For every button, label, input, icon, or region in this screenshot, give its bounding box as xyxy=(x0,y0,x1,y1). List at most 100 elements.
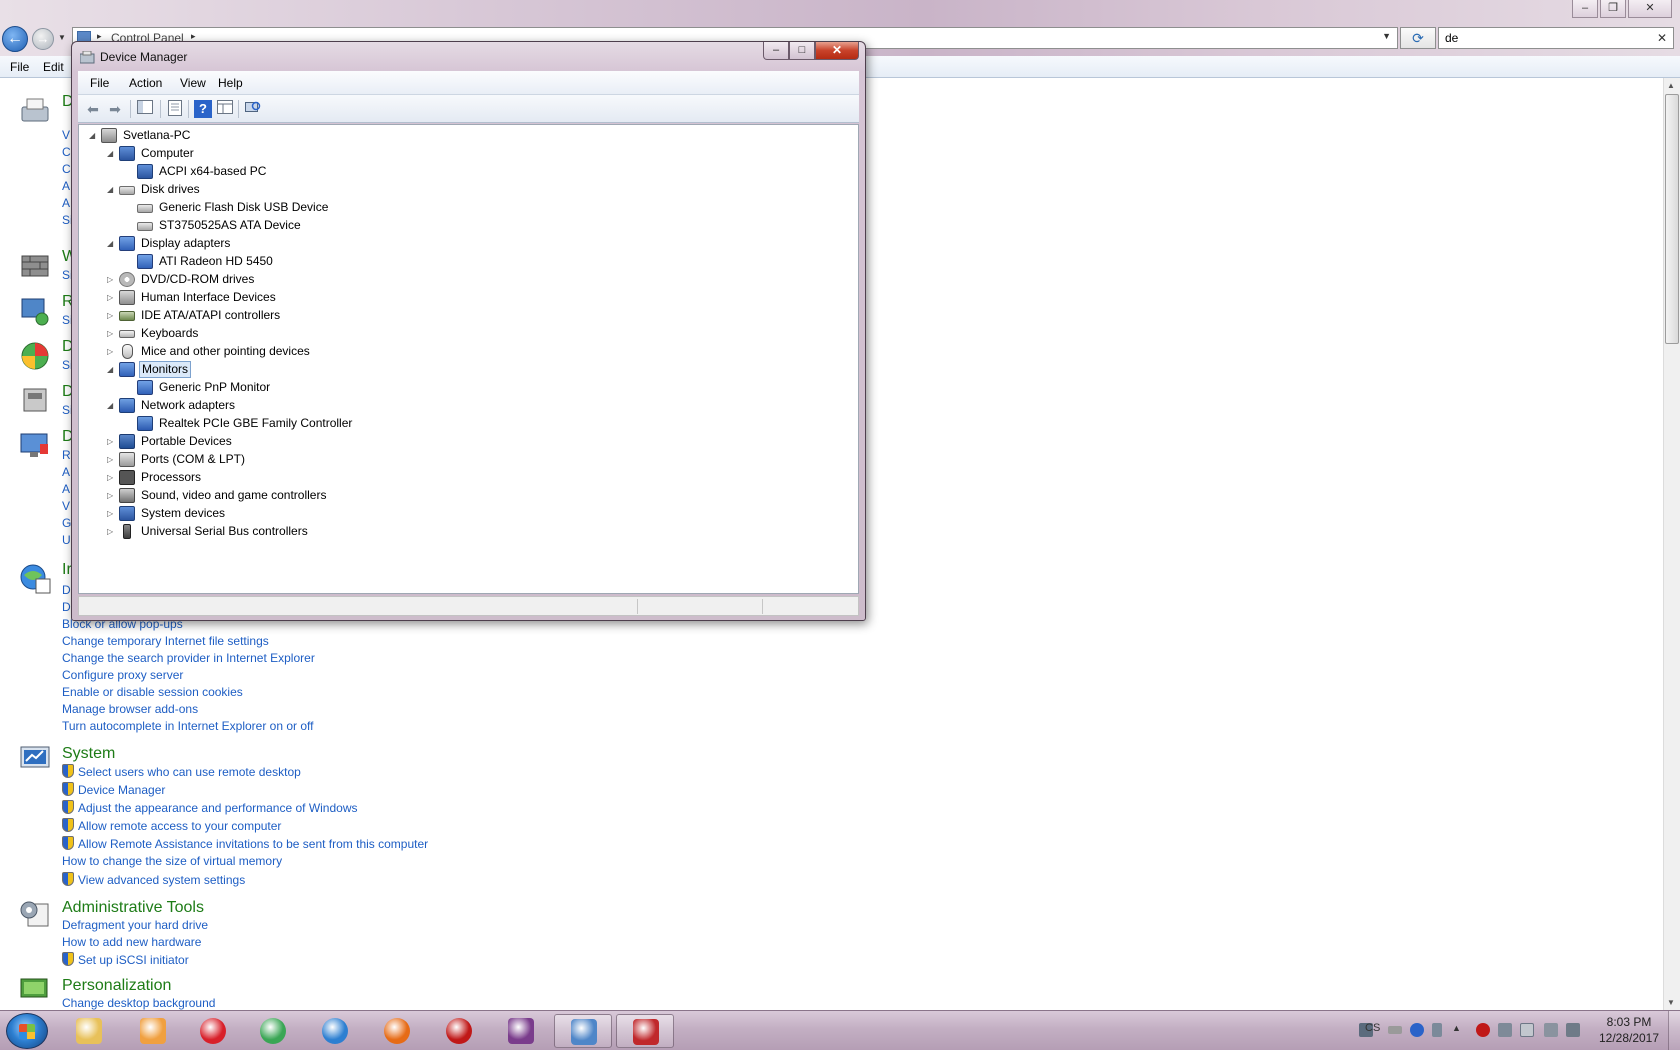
taskbar-button[interactable] xyxy=(244,1014,302,1048)
show-hide-console-tree-icon[interactable] xyxy=(136,100,154,118)
taskbar-button[interactable] xyxy=(492,1014,550,1048)
taskbar-button[interactable] xyxy=(306,1014,364,1048)
dm-close-button[interactable]: ✕ xyxy=(815,42,859,60)
device-tree[interactable]: ◢ Svetlana-PC ◢ Computer ACPI x64-based PC ◢ D… xyxy=(78,124,859,594)
system-link[interactable]: Allow remote access to your computer xyxy=(62,818,281,833)
system-category-title[interactable]: System xyxy=(62,745,115,763)
scrollbar-thumb[interactable] xyxy=(1665,94,1679,344)
menu-file[interactable]: File xyxy=(10,60,29,74)
dm-menu-view[interactable]: View xyxy=(180,76,206,90)
dm-menu-help[interactable]: Help xyxy=(218,76,243,90)
volume-icon[interactable] xyxy=(1566,1023,1580,1037)
internet-options-link[interactable]: Turn autocomplete in Internet Explorer o… xyxy=(62,719,313,733)
collapse-arrow-icon[interactable]: ◢ xyxy=(107,181,117,198)
show-desktop-button[interactable] xyxy=(1668,1011,1680,1050)
control-panel-scrollbar[interactable]: ▲ ▼ xyxy=(1663,78,1680,1010)
properties-icon[interactable] xyxy=(166,100,184,118)
collapse-arrow-icon[interactable]: ◢ xyxy=(107,235,117,252)
system-link[interactable]: How to change the size of virtual memory xyxy=(62,854,282,868)
internet-options-link[interactable]: Manage browser add-ons xyxy=(62,702,198,716)
show-hidden-icons-icon[interactable]: ▲ xyxy=(1452,1023,1466,1037)
administrative-tools-link[interactable]: Set up iSCSI initiator xyxy=(62,952,189,967)
back-button[interactable]: ← xyxy=(2,26,28,52)
minimize-button[interactable]: – xyxy=(1572,0,1598,18)
taskbar-button[interactable] xyxy=(184,1014,242,1048)
language-indicator[interactable]: CS xyxy=(1365,1022,1380,1034)
system-link[interactable]: Allow Remote Assistance invitations to b… xyxy=(62,836,428,851)
scan-hardware-icon[interactable] xyxy=(244,100,262,118)
category-partial-link[interactable]: C xyxy=(62,162,71,176)
clear-search-icon[interactable]: ✕ xyxy=(1657,31,1667,45)
refresh-button[interactable]: ⟳ xyxy=(1400,27,1436,49)
category-partial-link[interactable]: V xyxy=(62,499,70,513)
dm-menu-action[interactable]: Action xyxy=(129,76,162,90)
scroll-up-icon[interactable]: ▲ xyxy=(1667,81,1675,90)
restore-button[interactable]: ❐ xyxy=(1600,0,1626,18)
dm-minimize-button[interactable]: – xyxy=(763,42,789,60)
start-button[interactable] xyxy=(6,1013,48,1049)
view-icon[interactable] xyxy=(216,100,234,118)
system-link[interactable]: Device Manager xyxy=(62,782,165,797)
expand-arrow-icon[interactable]: ▷ xyxy=(107,523,117,540)
collapse-arrow-icon[interactable]: ◢ xyxy=(107,145,117,162)
taskbar-button[interactable] xyxy=(368,1014,426,1048)
address-dropdown-icon[interactable]: ▼ xyxy=(1382,31,1391,41)
recent-pages-dropdown-icon[interactable]: ▼ xyxy=(58,33,66,42)
close-button[interactable]: ✕ xyxy=(1628,0,1672,18)
collapse-arrow-icon[interactable]: ◢ xyxy=(107,361,117,378)
internet-options-link[interactable]: Change temporary Internet file settings xyxy=(62,634,269,648)
administrative-tools-link[interactable]: How to add new hardware xyxy=(62,935,201,949)
category-partial-link[interactable]: A xyxy=(62,482,70,496)
system-clock[interactable]: 8:03 PM 12/28/2017 xyxy=(1590,1014,1668,1046)
back-icon[interactable]: ⬅ xyxy=(84,100,102,118)
system-link[interactable]: Adjust the appearance and performance of… xyxy=(62,800,358,815)
category-partial-link[interactable]: G xyxy=(62,516,71,530)
taskbar-button[interactable] xyxy=(124,1014,182,1048)
dm-menu-file[interactable]: File xyxy=(90,76,109,90)
collapse-arrow-icon[interactable]: ◢ xyxy=(89,127,99,144)
expand-arrow-icon[interactable]: ▷ xyxy=(107,289,117,306)
forward-icon[interactable]: ➡ xyxy=(106,100,124,118)
category-partial-link[interactable]: A xyxy=(62,465,70,479)
personalization-link[interactable]: Change desktop background xyxy=(62,996,215,1010)
taskbar-button[interactable] xyxy=(554,1014,612,1048)
category-partial-link[interactable]: V xyxy=(62,128,70,142)
category-partial-link[interactable]: A xyxy=(62,179,70,193)
keyboard-icon[interactable] xyxy=(1388,1026,1402,1034)
system-link[interactable]: View advanced system settings xyxy=(62,872,245,887)
administrative-tools-category-title[interactable]: Administrative Tools xyxy=(62,899,204,917)
action-center-icon[interactable] xyxy=(1520,1023,1534,1037)
expand-arrow-icon[interactable]: ▷ xyxy=(107,487,117,504)
security-tray-icon[interactable] xyxy=(1476,1023,1490,1037)
usb-tray-icon[interactable] xyxy=(1432,1023,1442,1037)
speaker-tray-icon[interactable] xyxy=(1498,1023,1512,1037)
category-partial-link[interactable]: D xyxy=(62,600,71,614)
system-link[interactable]: Select users who can use remote desktop xyxy=(62,764,301,779)
help-icon[interactable]: ? xyxy=(194,100,212,118)
network-icon[interactable] xyxy=(1544,1023,1558,1037)
category-partial-link[interactable]: R xyxy=(62,448,71,462)
expand-arrow-icon[interactable]: ▷ xyxy=(107,343,117,360)
taskbar-button[interactable] xyxy=(430,1014,488,1048)
expand-arrow-icon[interactable]: ▷ xyxy=(107,469,117,486)
category-partial-link[interactable]: U xyxy=(62,533,71,547)
expand-arrow-icon[interactable]: ▷ xyxy=(107,505,117,522)
expand-arrow-icon[interactable]: ▷ xyxy=(107,451,117,468)
internet-options-link[interactable]: Configure proxy server xyxy=(62,668,183,682)
expand-arrow-icon[interactable]: ▷ xyxy=(107,307,117,324)
personalization-category-title[interactable]: Personalization xyxy=(62,977,171,995)
administrative-tools-link[interactable]: Defragment your hard drive xyxy=(62,918,208,932)
taskbar-button[interactable] xyxy=(60,1014,118,1048)
internet-options-link[interactable]: Enable or disable session cookies xyxy=(62,685,243,699)
expand-arrow-icon[interactable]: ▷ xyxy=(107,433,117,450)
dm-maximize-button[interactable]: □ xyxy=(789,42,815,60)
category-partial-link[interactable]: A xyxy=(62,196,70,210)
search-input[interactable]: de ✕ xyxy=(1438,27,1674,49)
expand-arrow-icon[interactable]: ▷ xyxy=(107,325,117,342)
help-tray-icon[interactable] xyxy=(1410,1023,1424,1037)
category-partial-link[interactable]: D xyxy=(62,583,71,597)
scroll-down-icon[interactable]: ▼ xyxy=(1667,998,1675,1007)
collapse-arrow-icon[interactable]: ◢ xyxy=(107,397,117,414)
expand-arrow-icon[interactable]: ▷ xyxy=(107,271,117,288)
taskbar-button[interactable] xyxy=(616,1014,674,1048)
